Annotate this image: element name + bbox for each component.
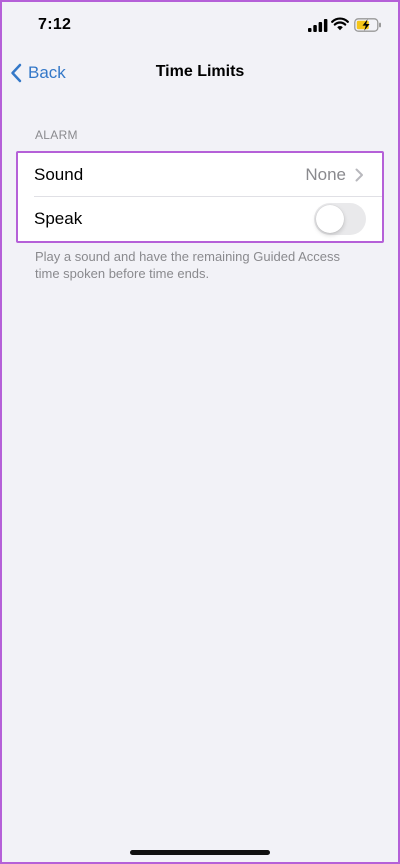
sound-label: Sound	[34, 165, 84, 184]
speak-label: Speak	[34, 209, 83, 228]
wifi-icon	[331, 17, 349, 31]
status-bar: 7:12	[0, 0, 400, 54]
section-footer-note: Play a sound and have the remaining Guid…	[35, 249, 340, 281]
status-time: 7:12	[38, 16, 72, 33]
alarm-settings-group: Sound None Speak	[16, 151, 384, 243]
sound-value: None	[305, 165, 346, 184]
speak-toggle[interactable]	[314, 203, 366, 235]
page-title: Time Limits	[155, 63, 245, 80]
speak-row: Speak	[18, 197, 382, 241]
chevron-right-icon	[355, 168, 363, 182]
toggle-knob	[316, 205, 344, 233]
battery-charging-icon	[354, 18, 381, 32]
section-header-alarm: ALARM	[35, 128, 78, 142]
cellular-signal-icon	[308, 19, 328, 32]
nav-bar: Back Time Limits	[0, 54, 400, 94]
home-indicator[interactable]	[130, 850, 270, 855]
sound-row[interactable]: Sound None	[18, 153, 382, 197]
